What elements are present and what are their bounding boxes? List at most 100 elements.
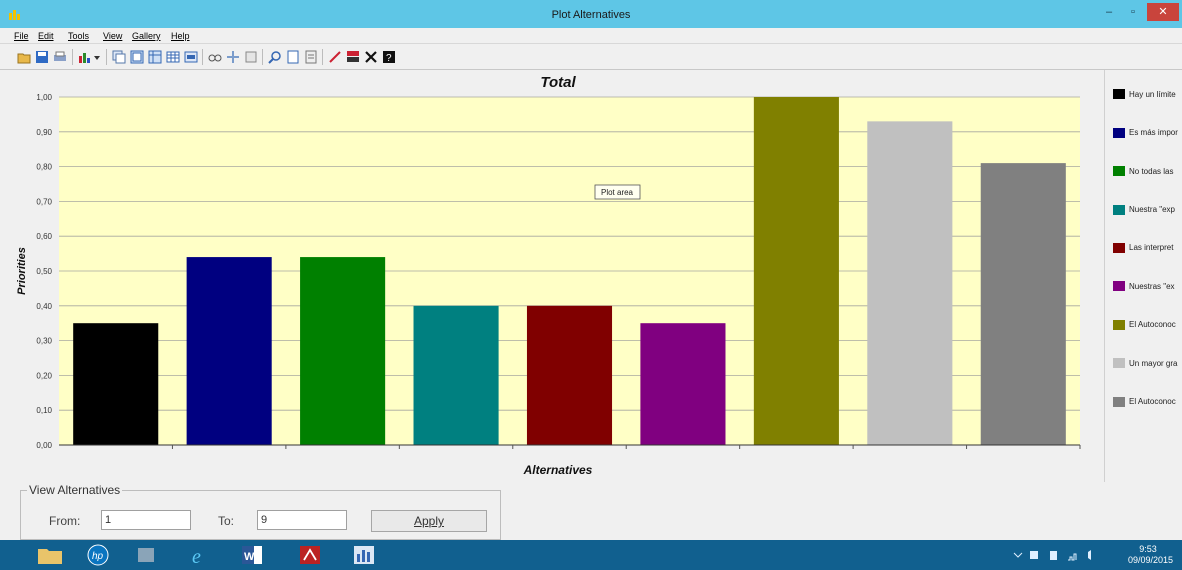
legend-swatch [1113, 242, 1125, 253]
y-tick-label: 1,00 [36, 93, 52, 102]
y-tick-label: 0,90 [36, 128, 52, 137]
menu-gallery[interactable]: Gallery [132, 31, 161, 41]
data-grid-icon[interactable] [166, 50, 180, 64]
link-icon[interactable] [208, 50, 222, 64]
bar[interactable] [867, 121, 953, 446]
chart-panel: Total 0,00 0,10 0,20 0,30 0,40 0,50 0,60 0,70 0,… [10, 70, 1105, 482]
zoom-icon[interactable] [268, 50, 282, 64]
internet-explorer-icon[interactable]: e [180, 542, 220, 568]
page-icon[interactable] [286, 50, 300, 64]
menu-view[interactable]: View [103, 31, 122, 41]
bar[interactable] [73, 323, 159, 445]
y-axis-ticks: 0,00 0,10 0,20 0,30 0,40 0,50 0,60 0,70 0,80 0,90… [36, 93, 52, 450]
view2-icon[interactable] [148, 50, 162, 64]
legend-swatch [1113, 358, 1125, 369]
legend-swatch [1113, 89, 1125, 100]
app-icon[interactable] [126, 542, 166, 568]
legend-label: Nuestras "ex [1129, 281, 1175, 291]
legend-label: Es más impor [1129, 128, 1178, 138]
legend-item[interactable]: Nuestra "exp [1113, 204, 1175, 216]
help-icon[interactable]: ? [382, 50, 396, 64]
y-tick-label: 0,80 [36, 163, 52, 172]
svg-text:?: ? [386, 53, 392, 64]
y-tick-label: 0,50 [36, 267, 52, 276]
copy-icon[interactable] [112, 50, 126, 64]
legend-item[interactable]: Las interpret [1113, 242, 1174, 255]
taskbar: hp e W 9:53 09/09/2015 [0, 540, 1182, 570]
series-icon[interactable] [184, 50, 198, 64]
save-icon[interactable] [35, 50, 49, 64]
system-clock[interactable]: 9:53 09/09/2015 [1128, 544, 1174, 566]
palette-icon[interactable] [346, 50, 360, 64]
from-input[interactable] [101, 510, 191, 530]
legend-item[interactable]: El Autoconoc [1113, 396, 1176, 408]
dropdown-arrow-icon[interactable] [93, 50, 101, 64]
page-setup-icon[interactable] [304, 50, 318, 64]
close-x-icon[interactable] [364, 50, 378, 64]
y-tick-label: 0,20 [36, 371, 52, 380]
svg-text:hp: hp [92, 551, 104, 562]
x-axis-label: Alternatives [523, 463, 593, 477]
legend-item[interactable]: Es más impor [1113, 127, 1178, 139]
legend-item[interactable]: Un mayor gra [1113, 358, 1177, 370]
file-explorer-icon[interactable] [30, 542, 70, 568]
x-axis-ticks [171, 445, 1081, 449]
acrobat-icon[interactable] [290, 542, 330, 568]
priorities-bar-chart[interactable]: Total 0,000,100,200,300,400,500,600,700,… [10, 70, 1105, 482]
menu-tools[interactable]: Tools [68, 31, 89, 41]
view-alternatives-group: View Alternatives From: To: Apply [20, 483, 501, 540]
to-input[interactable] [257, 510, 347, 530]
clock-time: 9:53 [1139, 544, 1157, 554]
app-plot-icon[interactable] [344, 542, 384, 568]
legend-swatch [1113, 127, 1125, 138]
word-icon[interactable]: W [232, 542, 272, 568]
move-icon[interactable] [226, 50, 240, 64]
bar[interactable] [753, 97, 839, 445]
menu-edit[interactable]: Edit [38, 31, 54, 41]
from-label: From: [49, 514, 81, 528]
properties-icon[interactable] [244, 50, 258, 64]
y-tick-label: 0,10 [36, 406, 52, 415]
title-bar[interactable]: Plot Alternatives – ▫ ✕ [0, 0, 1182, 28]
svg-text:e: e [192, 546, 201, 568]
bar[interactable] [640, 323, 726, 445]
maximize-button[interactable]: ▫ [1122, 3, 1144, 21]
menu-file[interactable]: File [14, 31, 29, 41]
bar[interactable] [980, 163, 1066, 445]
line-tool-icon[interactable] [328, 50, 342, 64]
close-button[interactable]: ✕ [1147, 3, 1179, 21]
menu-bar: File Edit Tools View Gallery Help [0, 28, 1182, 44]
bar[interactable] [300, 257, 386, 445]
clock-date: 09/09/2015 [1128, 555, 1174, 565]
plot-area-tooltip: Plot area [601, 188, 634, 197]
legend-label: No todas las [1129, 166, 1174, 176]
view-alternatives-title: View Alternatives [27, 483, 123, 497]
legend-label: El Autoconoc [1129, 397, 1176, 407]
y-tick-label: 0,30 [36, 337, 52, 346]
minimize-button[interactable]: – [1098, 3, 1120, 21]
system-tray-icons[interactable] [1010, 548, 1120, 562]
bar[interactable] [526, 305, 613, 445]
legend-item[interactable]: Nuestras "ex [1113, 281, 1175, 293]
open-icon[interactable] [17, 50, 31, 64]
legend-item[interactable]: No todas las [1113, 166, 1173, 178]
chart-type-icon[interactable] [78, 50, 92, 64]
bar[interactable] [413, 305, 499, 445]
menu-help[interactable]: Help [171, 31, 190, 41]
y-tick-label: 0,00 [36, 441, 52, 450]
legend-label: Hay un límite [1129, 89, 1176, 99]
legend-item[interactable]: El Autoconoc [1113, 319, 1176, 331]
hp-icon[interactable]: hp [78, 542, 118, 568]
y-tick-label: 0,60 [36, 232, 52, 241]
legend-label: Las interpret [1129, 243, 1174, 253]
svg-text:W: W [244, 551, 255, 563]
legend-item[interactable]: Hay un límite [1113, 89, 1176, 101]
legend-swatch [1113, 281, 1125, 292]
legend-swatch [1113, 396, 1125, 407]
window-title: Plot Alternatives [551, 9, 631, 21]
apply-button[interactable]: Apply [371, 510, 487, 532]
bar[interactable] [186, 257, 272, 445]
view1-icon[interactable] [130, 50, 144, 64]
print-icon[interactable] [53, 50, 67, 64]
toolbar: ? [0, 45, 1182, 70]
